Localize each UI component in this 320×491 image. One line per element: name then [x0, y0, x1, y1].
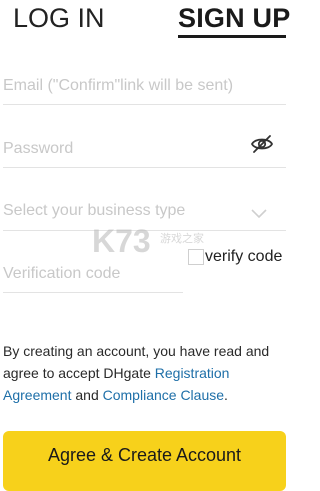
verification-field-container [3, 258, 183, 293]
agreement-suffix: . [224, 387, 228, 403]
agree-create-account-label: Agree & Create Account [47, 445, 242, 465]
auth-tabs: LOG IN SIGN UP [0, 0, 312, 44]
email-field-container [3, 70, 286, 105]
compliance-clause-link[interactable]: Compliance Clause [103, 387, 224, 403]
watermark-text: K73 [92, 223, 151, 259]
password-field[interactable] [3, 133, 286, 165]
tab-login[interactable]: LOG IN [13, 2, 105, 34]
agree-create-account-button[interactable]: Agree & Create Account [3, 431, 286, 491]
verification-code-field[interactable] [3, 258, 183, 290]
business-type-placeholder: Select your business type [3, 202, 186, 219]
email-field[interactable] [3, 70, 286, 102]
chevron-down-icon [251, 209, 267, 219]
watermark-subtext: 游戏之家 [160, 231, 204, 245]
agreement-middle: and [71, 387, 103, 403]
active-tab-indicator [178, 35, 286, 38]
agreement-text: By creating an account, you have read an… [3, 340, 288, 406]
watermark-logo: K73 游戏之家 [92, 223, 204, 259]
eye-slash-icon[interactable] [250, 133, 274, 155]
password-field-container [3, 133, 286, 168]
tab-signup[interactable]: SIGN UP [178, 2, 290, 34]
